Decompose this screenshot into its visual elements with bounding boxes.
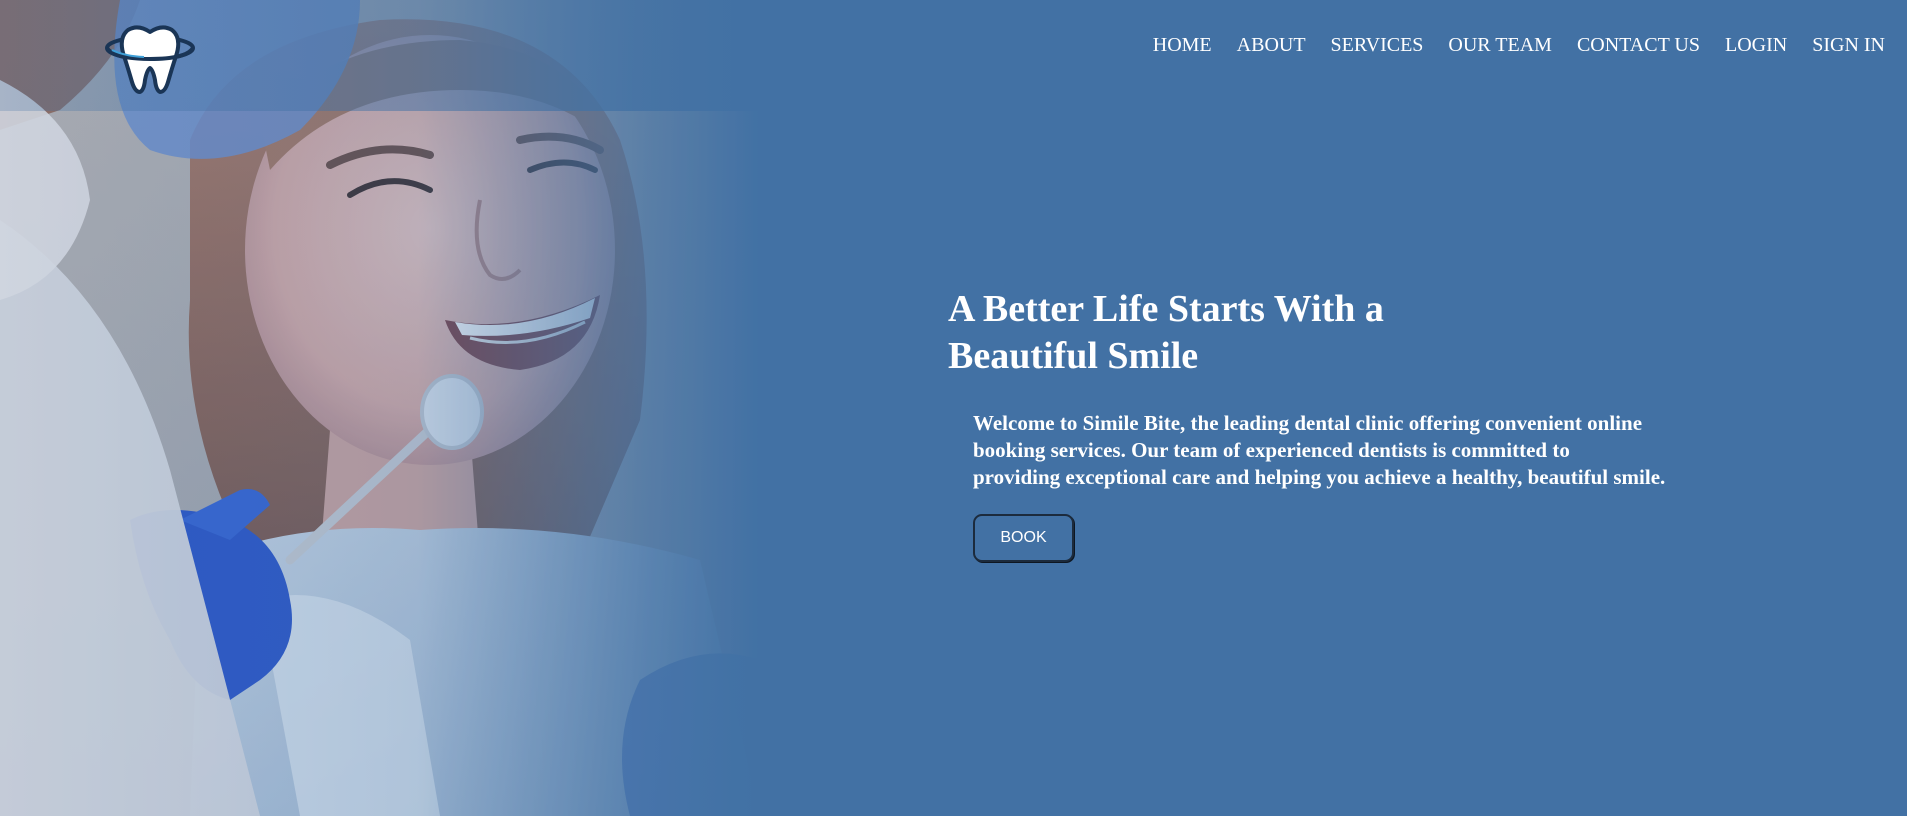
hero-section: A Better Life Starts With a Beautiful Sm…: [948, 286, 1848, 562]
nav-link-home[interactable]: HOME: [1153, 34, 1212, 56]
nav-link-about[interactable]: ABOUT: [1237, 34, 1306, 56]
hero-title-line-1: A Better Life Starts With a: [948, 288, 1384, 330]
hero-description: Welcome to Simile Bite, the leading dent…: [973, 410, 1763, 491]
nav-link-sign-in[interactable]: SIGN IN: [1812, 34, 1885, 56]
site-header: HOME ABOUT SERVICES OUR TEAM CONTACT US …: [0, 0, 1907, 111]
tooth-icon: [105, 25, 195, 94]
nav-item-contact-us: CONTACT US: [1577, 34, 1700, 57]
hero-photo: [0, 0, 760, 816]
hero-description-line-1: Welcome to Simile Bite, the leading dent…: [973, 411, 1643, 435]
nav-item-our-team: OUR TEAM: [1448, 34, 1552, 57]
hero-title-line-2: Beautiful Smile: [948, 335, 1199, 377]
hero-title: A Better Life Starts With a Beautiful Sm…: [948, 286, 1468, 380]
logo-link[interactable]: [104, 22, 196, 96]
hero-description-line-2: booking services. Our team of experience…: [973, 438, 1570, 462]
hero-description-line-3: providing exceptional care and helping y…: [973, 465, 1666, 489]
nav-item-sign-in: SIGN IN: [1812, 34, 1885, 57]
book-button[interactable]: BOOK: [973, 514, 1074, 562]
nav-item-home: HOME: [1153, 34, 1212, 57]
main-nav: HOME ABOUT SERVICES OUR TEAM CONTACT US …: [1153, 34, 1885, 57]
nav-item-about: ABOUT: [1237, 34, 1306, 57]
nav-link-services[interactable]: SERVICES: [1331, 34, 1424, 56]
nav-link-contact-us[interactable]: CONTACT US: [1577, 34, 1700, 56]
nav-link-our-team[interactable]: OUR TEAM: [1448, 34, 1552, 56]
nav-item-login: LOGIN: [1725, 34, 1787, 57]
nav-item-services: SERVICES: [1331, 34, 1424, 57]
nav-link-login[interactable]: LOGIN: [1725, 34, 1787, 56]
landing-page: HOME ABOUT SERVICES OUR TEAM CONTACT US …: [0, 0, 1907, 816]
